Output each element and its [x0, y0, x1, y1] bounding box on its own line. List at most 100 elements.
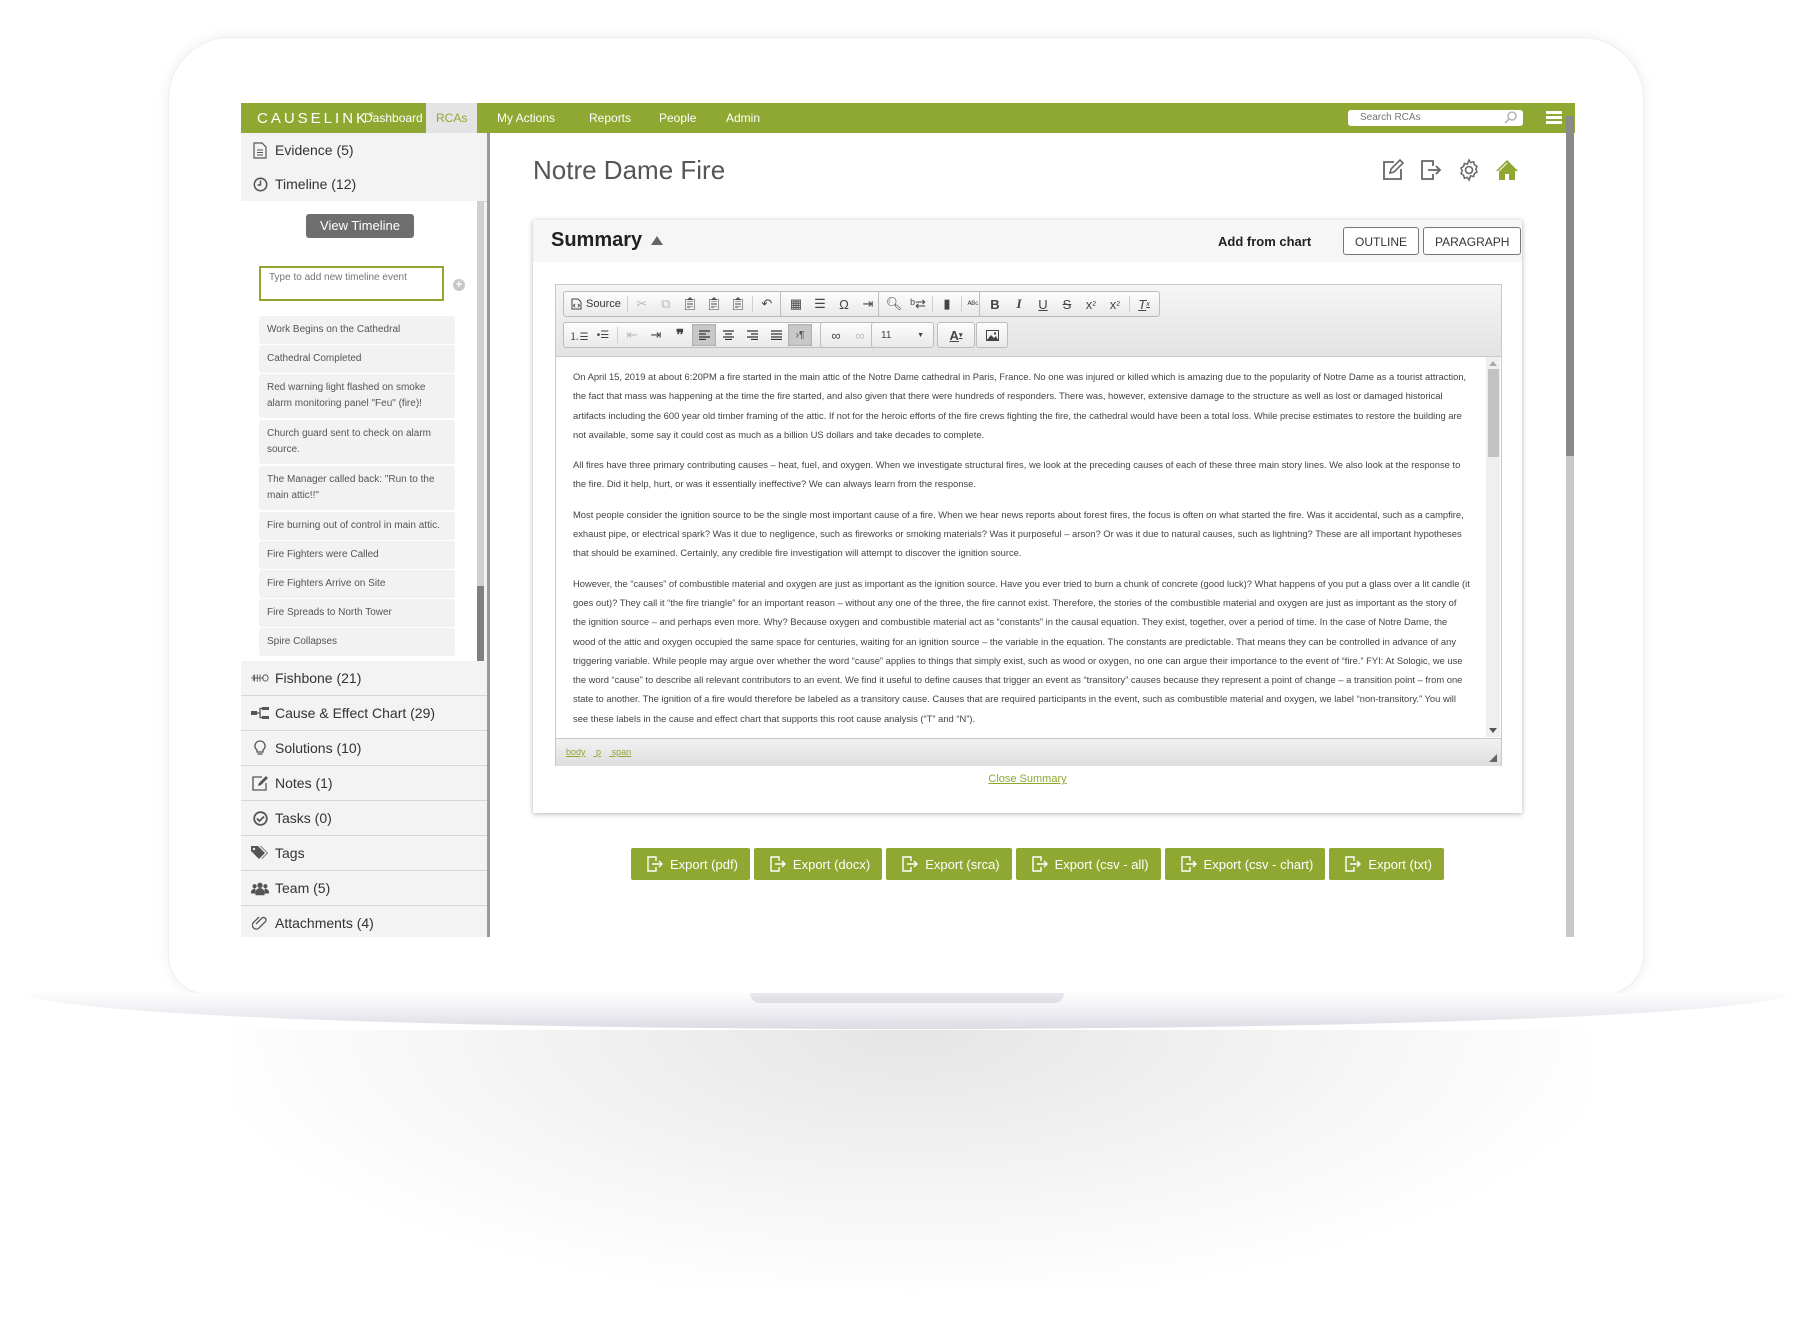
search-box	[1348, 110, 1523, 126]
editor-content[interactable]: On April 15, 2019 at about 6:20PM a fire…	[556, 357, 1486, 737]
unlink-icon[interactable]: ∞	[848, 324, 872, 346]
sidebar-item-cause-effect[interactable]: Cause & Effect Chart (29)	[241, 696, 487, 731]
sidebar-item-evidence[interactable]: Evidence (5)	[241, 133, 487, 168]
paste-icon[interactable]: 📋︎	[678, 293, 702, 315]
subscript-icon[interactable]: x2	[1079, 293, 1103, 315]
scrollbar-thumb[interactable]	[477, 586, 484, 661]
nav-admin[interactable]: Admin	[716, 103, 770, 133]
text-color-icon[interactable]: A ▾	[941, 324, 971, 346]
cut-icon[interactable]: ✂	[630, 293, 654, 315]
special-char-icon[interactable]: Ω	[832, 293, 856, 315]
sidebar-item-team[interactable]: Team (5)	[241, 871, 487, 906]
nav-dashboard[interactable]: Dashboard	[354, 103, 433, 133]
search-icon[interactable]	[1504, 111, 1517, 129]
align-left-icon[interactable]	[692, 324, 716, 346]
dropdown-arrow-icon: ▼	[917, 331, 924, 339]
align-center-icon[interactable]	[716, 324, 740, 346]
blockquote-icon[interactable]: ❞	[668, 324, 692, 346]
timeline-event[interactable]: Fire burning out of control in main atti…	[259, 512, 455, 540]
scroll-down-icon[interactable]	[1489, 728, 1497, 733]
export-pdf-button[interactable]: Export (pdf)	[631, 848, 750, 880]
path-span[interactable]: span	[612, 747, 632, 757]
bold-icon[interactable]: B	[983, 293, 1007, 315]
timeline-event[interactable]: The Manager called back: "Run to the mai…	[259, 466, 455, 510]
export-txt-button[interactable]: Export (txt)	[1329, 848, 1444, 880]
nav-rcas[interactable]: RCAs	[426, 103, 478, 133]
timeline-event[interactable]: Spire Collapses	[259, 628, 455, 656]
underline-icon[interactable]: U	[1031, 293, 1055, 315]
replace-icon[interactable]: ᵇ⇄	[906, 293, 930, 315]
gear-icon[interactable]	[1457, 158, 1481, 182]
search-input[interactable]	[1358, 111, 1502, 124]
sidebar-item-fishbone[interactable]: Fishbone (21)	[241, 661, 487, 696]
sidebar-item-timeline[interactable]: Timeline (12)	[241, 167, 487, 202]
scroll-up-icon[interactable]	[1489, 361, 1497, 366]
paperclip-icon	[251, 915, 269, 931]
editor-scrollbar[interactable]	[1486, 357, 1500, 737]
align-right-icon[interactable]	[740, 324, 764, 346]
indent-icon[interactable]: ⇥	[644, 324, 668, 346]
resize-handle-icon[interactable]	[1489, 754, 1497, 762]
scrollbar-thumb[interactable]	[1566, 116, 1574, 456]
superscript-icon[interactable]: x2	[1103, 293, 1127, 315]
timeline-scrollbar[interactable]	[477, 201, 484, 661]
toolbar-group-basic-styles: B I U S x2 x2 Tx	[979, 291, 1160, 317]
close-summary-link[interactable]: Close Summary	[533, 773, 1522, 785]
timeline-event[interactable]: Work Begins on the Cathedral	[259, 316, 455, 344]
timeline-event-input[interactable]	[259, 266, 444, 301]
view-timeline-button[interactable]: View Timeline	[306, 214, 414, 238]
remove-format-icon[interactable]: Tx	[1132, 293, 1156, 315]
undo-icon[interactable]: ↶	[755, 293, 779, 315]
sidebar-item-solutions[interactable]: Solutions (10)	[241, 731, 487, 766]
strikethrough-icon[interactable]: S	[1055, 293, 1079, 315]
path-p[interactable]: p	[596, 747, 601, 757]
export-csv-all-button[interactable]: Export (csv - all)	[1015, 848, 1161, 880]
paste-text-icon[interactable]: 📋︎	[702, 293, 726, 315]
italic-icon[interactable]: I	[1007, 293, 1031, 315]
sidebar-item-notes[interactable]: Notes (1)	[241, 766, 487, 801]
home-icon[interactable]	[1495, 158, 1519, 182]
select-all-icon[interactable]: ▮	[935, 293, 959, 315]
timeline-event[interactable]: Fire Spreads to North Tower	[259, 599, 455, 627]
font-size-select[interactable]: 11 ▼	[875, 325, 930, 345]
nav-people[interactable]: People	[649, 103, 706, 133]
timeline-event[interactable]: Red warning light flashed on smoke alarm…	[259, 374, 455, 418]
nav-reports[interactable]: Reports	[579, 103, 641, 133]
add-event-icon[interactable]: +	[453, 279, 465, 291]
sidebar-item-tasks[interactable]: Tasks (0)	[241, 801, 487, 836]
export-icon[interactable]	[1419, 158, 1443, 182]
collapse-caret-icon[interactable]	[651, 236, 663, 245]
hamburger-menu-icon[interactable]	[1546, 111, 1562, 125]
copy-icon[interactable]: ⧉	[654, 293, 678, 315]
justify-icon[interactable]	[764, 324, 788, 346]
find-icon[interactable]: 🔍︎	[882, 293, 906, 315]
table-icon[interactable]: ▦	[784, 293, 808, 315]
bulleted-list-icon[interactable]: •☰	[591, 324, 615, 346]
image-icon[interactable]	[980, 324, 1004, 346]
horizontal-line-icon[interactable]: ☰	[808, 293, 832, 315]
paragraph-button[interactable]: PARAGRAPH	[1423, 227, 1522, 255]
paste-word-icon[interactable]: 📋︎	[726, 293, 750, 315]
timeline-event[interactable]: Cathedral Completed	[259, 345, 455, 373]
source-button[interactable]: Source	[567, 298, 625, 310]
link-icon[interactable]: ∞	[824, 324, 848, 346]
export-icon	[1031, 856, 1048, 872]
timeline-event[interactable]: Fire Fighters were Called	[259, 541, 455, 569]
outline-button[interactable]: OUTLINE	[1343, 227, 1420, 255]
export-srca-button[interactable]: Export (srca)	[886, 848, 1012, 880]
outdent-icon[interactable]: ⇤	[620, 324, 644, 346]
sidebar-item-tags[interactable]: Tags	[241, 836, 487, 871]
export-csv-chart-button[interactable]: Export (csv - chart)	[1164, 848, 1326, 880]
edit-icon[interactable]	[1381, 158, 1405, 182]
scrollbar-thumb[interactable]	[1488, 369, 1499, 457]
sidebar-item-attachments[interactable]: Attachments (4)	[241, 906, 487, 937]
ltr-icon[interactable]: ›¶	[788, 324, 812, 346]
nav-my-actions[interactable]: My Actions	[487, 103, 565, 133]
numbered-list-icon[interactable]: ⒈☰	[567, 324, 591, 346]
path-body[interactable]: body	[566, 747, 586, 757]
export-docx-button[interactable]: Export (docx)	[753, 848, 883, 880]
timeline-event[interactable]: Church guard sent to check on alarm sour…	[259, 420, 455, 464]
page-break-icon[interactable]: ⇥	[856, 293, 880, 315]
main-scrollbar[interactable]	[1566, 116, 1574, 937]
timeline-event[interactable]: Fire Fighters Arrive on Site	[259, 570, 455, 598]
